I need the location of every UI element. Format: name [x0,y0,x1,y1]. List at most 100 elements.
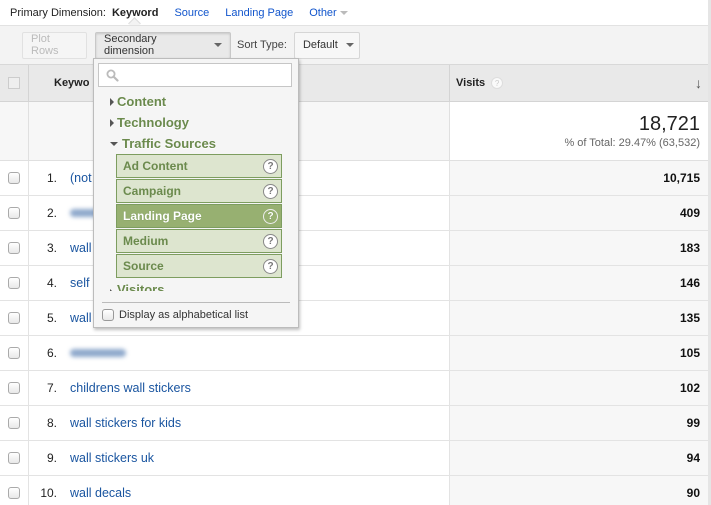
primary-dimension-other[interactable]: Other [309,7,348,19]
row-checkbox[interactable] [8,382,20,394]
row-visits-cell: 99 [449,406,708,440]
row-checkbox[interactable] [8,452,20,464]
row-check-cell [0,441,29,475]
row-visits-cell: 10,715 [449,161,708,195]
row-check-cell [0,196,29,230]
row-keyword-link[interactable]: wall stickers uk [70,451,154,465]
row-checkbox[interactable] [8,242,20,254]
header-check-cell [0,65,29,101]
row-check-cell [0,476,29,505]
row-checkbox[interactable] [8,207,20,219]
table-row: 9. wall stickers uk 94 [0,441,708,476]
primary-dimension-landing-page[interactable]: Landing Page [225,7,293,19]
dimension-item-label: Source [123,259,164,273]
row-check-cell [0,336,29,370]
search-icon [106,69,119,82]
dimension-item-label: Medium [123,234,169,248]
dimension-search-input[interactable] [98,63,292,87]
sort-type-select[interactable]: Default [293,31,360,59]
alphabetical-checkbox[interactable] [102,309,114,321]
row-visits-cell: 105 [449,336,708,370]
percent-of-total: % of Total: 29.47% (63,532) [564,137,700,149]
row-keyword-link[interactable]: (not [70,171,92,185]
row-checkbox[interactable] [8,277,20,289]
dimension-item-label: Landing Page [123,209,202,223]
sort-descending-icon[interactable]: ↓ [695,75,702,91]
help-icon[interactable]: ? [263,183,278,199]
table-row: 6. 105 [0,336,708,371]
row-keyword-link[interactable]: self [70,276,89,290]
primary-dimension-label: Primary Dimension: [10,6,106,19]
row-keyword-link[interactable]: wall decals [70,486,131,500]
row-visits-cell: 146 [449,266,708,300]
category-label: Technology [117,115,189,130]
total-visits-value: 18,721 [638,113,700,135]
row-number: 3. [46,241,57,255]
row-number: 5. [46,311,57,325]
row-keyword-link[interactable]: wall [70,311,92,325]
row-keyword-cell: 10. wall decals [29,476,449,505]
category-content[interactable]: Content [94,91,298,112]
primary-dimension-keyword[interactable]: Keyword [112,7,158,19]
row-visits-cell: 94 [449,441,708,475]
row-checkbox[interactable] [8,347,20,359]
help-icon[interactable]: ? [491,77,504,89]
visits-header-label: Visits [456,77,486,89]
dimension-item-label: Ad Content [123,159,188,173]
row-checkbox[interactable] [8,417,20,429]
sort-type-value: Default [302,39,338,51]
row-keyword-cell: 8. wall stickers for kids [29,406,449,440]
select-all-checkbox[interactable] [8,77,20,89]
dimension-item-label: Campaign [123,184,182,198]
secondary-dimension-label: Secondary dimension [104,33,157,57]
row-visits-cell: 102 [449,371,708,405]
secondary-dimension-dropdown: Content Technology Traffic Sources Ad Co… [93,58,299,328]
row-number: 4. [46,276,57,290]
row-check-cell [0,406,29,440]
dimension-menu-list: Content Technology Traffic Sources Ad Co… [94,91,298,291]
table-row: 10. wall decals 90 [0,476,708,505]
category-traffic-sources[interactable]: Traffic Sources [94,133,298,154]
total-check-cell [0,102,29,160]
row-keyword-link[interactable]: wall stickers for kids [70,416,181,430]
row-checkbox[interactable] [8,172,20,184]
dimension-item-source[interactable]: Source? [116,254,282,278]
category-technology[interactable]: Technology [94,112,298,133]
row-checkbox[interactable] [8,312,20,324]
row-keyword-cell: 9. wall stickers uk [29,441,449,475]
dimension-item-campaign[interactable]: Campaign? [116,179,282,203]
row-checkbox[interactable] [8,487,20,499]
dimension-item-medium[interactable]: Medium? [116,229,282,253]
help-icon[interactable]: ? [263,233,278,249]
traffic-sources-items: Ad Content? Campaign? Landing Page? Medium?… [94,154,298,278]
secondary-dimension-button[interactable]: Secondary dimension [95,31,231,59]
plot-rows-button[interactable]: Plot Rows [22,31,87,59]
category-visitors[interactable]: Visitors [94,279,298,291]
help-icon[interactable]: ? [263,208,278,224]
row-number: 8. [46,416,57,430]
row-check-cell [0,371,29,405]
row-check-cell [0,161,29,195]
primary-dimension-source[interactable]: Source [174,7,209,19]
help-icon[interactable]: ? [263,258,278,274]
row-check-cell [0,231,29,265]
keyword-header-label: Keywo [54,77,90,89]
chevron-down-icon [339,10,348,15]
other-label: Other [309,6,337,19]
sort-type-label: Sort Type: [237,39,287,51]
visits-column-header[interactable]: Visits ? ↓ [449,65,708,101]
row-number: 10. [40,486,57,500]
alphabetical-list-toggle[interactable]: Display as alphabetical list [102,309,248,321]
category-label: Visitors [117,282,165,291]
table-row: 8. wall stickers for kids 99 [0,406,708,441]
dimension-item-ad-content[interactable]: Ad Content? [116,154,282,178]
alphabetical-label: Display as alphabetical list [119,309,249,321]
row-visits-cell: 409 [449,196,708,230]
help-icon[interactable]: ? [263,158,278,174]
row-number: 2. [46,206,57,220]
row-keyword-cell: 7. childrens wall stickers [29,371,449,405]
blurred-keyword[interactable] [70,349,126,357]
dimension-item-landing-page[interactable]: Landing Page? [116,204,282,228]
row-keyword-link[interactable]: childrens wall stickers [70,381,191,395]
row-keyword-link[interactable]: wall [70,241,92,255]
